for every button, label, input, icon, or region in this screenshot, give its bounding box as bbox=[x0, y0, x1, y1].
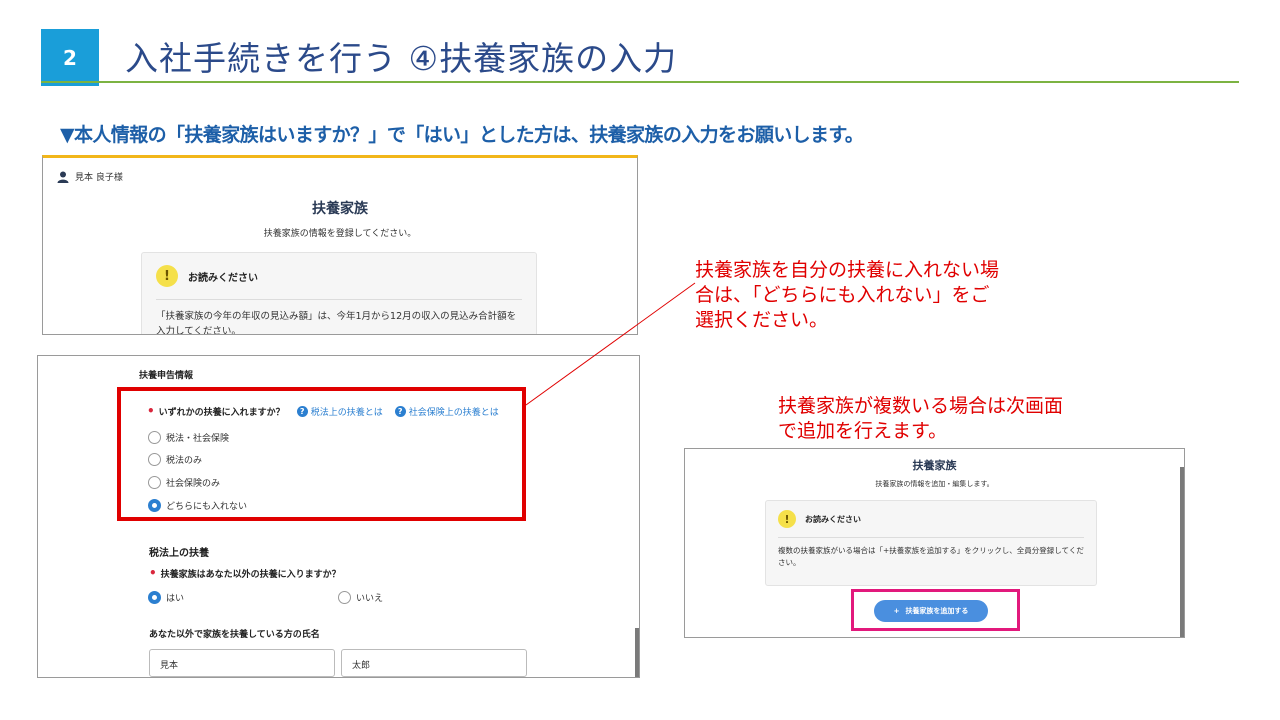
notice-box: ! お読みください 「扶養家族の今年の年収の見込み額」は、今年1月から12月の収… bbox=[141, 252, 537, 335]
dependents-description: 扶養家族の情報を登録してください。 bbox=[263, 229, 417, 239]
notice-divider bbox=[156, 299, 522, 300]
notice-body: 複数の扶養家族がいる場合は「+扶養家族を追加する」をクリックし、全員分登録してく… bbox=[778, 546, 1084, 567]
dependents-list-description: 扶養家族の情報を追加・編集します。 bbox=[875, 480, 994, 488]
scrollbar[interactable] bbox=[635, 628, 639, 677]
notice-header: ! お読みください bbox=[778, 510, 861, 528]
dependents-intro-screenshot: 見本 良子様 扶養家族 扶養家族の情報を登録してください。 ! お読みください … bbox=[42, 155, 638, 335]
tax-section-title: 税法上の扶養 bbox=[149, 548, 209, 559]
add-button-highlight-box bbox=[851, 589, 1020, 631]
notice-box: ! お読みください 複数の扶養家族がいる場合は「+扶養家族を追加する」をクリック… bbox=[765, 500, 1097, 586]
required-mark: • bbox=[149, 566, 157, 580]
radio-button-selected[interactable] bbox=[148, 591, 161, 604]
other-support-question-label: 扶養家族はあなた以外の扶養に入りますか？ bbox=[160, 569, 341, 580]
callout-neither-note: 扶養家族を自分の扶養に入れない場合は、「どちらにも入れない」をご選択ください。 bbox=[695, 259, 1000, 331]
declaration-section-title: 扶養申告情報 bbox=[139, 371, 194, 381]
title-divider bbox=[41, 81, 1239, 83]
user-line: 見本 良子様 bbox=[57, 170, 123, 183]
notice-title: お読みください bbox=[188, 272, 258, 284]
other-support-question: • 扶養家族はあなた以外の扶養に入りますか？ bbox=[149, 566, 341, 580]
user-name: 見本 良子様 bbox=[75, 173, 123, 183]
user-icon bbox=[57, 171, 69, 183]
scrollbar[interactable] bbox=[1180, 467, 1184, 637]
warning-icon: ! bbox=[778, 510, 796, 528]
notice-header: ! お読みください bbox=[156, 265, 258, 287]
step-badge: 2 bbox=[41, 29, 99, 86]
dependents-list-heading: 扶養家族 bbox=[912, 459, 957, 472]
supporter-name-label: あなた以外で家族を扶養している方の氏名 bbox=[149, 630, 320, 640]
option-no[interactable]: いいえ bbox=[338, 591, 383, 604]
notice-divider bbox=[778, 537, 1084, 538]
no-label: いいえ bbox=[356, 594, 384, 604]
radio-button[interactable] bbox=[338, 591, 351, 604]
warning-icon: ! bbox=[156, 265, 178, 287]
yes-label: はい bbox=[166, 594, 185, 604]
slide-title: 入社手続きを行う ④扶養家族の入力 bbox=[125, 39, 678, 78]
callout-multiple-note: 扶養家族が複数いる場合は次画面で追加を行えます。 bbox=[778, 395, 1064, 442]
supporter-last-name-input[interactable]: 見本 bbox=[149, 649, 335, 677]
notice-body: 「扶養家族の今年の年収の見込み額」は、今年1月から12月の収入の見込み合計額を入… bbox=[156, 311, 517, 335]
option-yes[interactable]: はい bbox=[148, 591, 184, 604]
slide-subtitle: ▼本人情報の「扶養家族はいますか？」で「はい」とした方は、扶養家族の入力をお願い… bbox=[60, 124, 864, 146]
dependents-heading: 扶養家族 bbox=[312, 201, 368, 217]
supporter-first-name-input[interactable]: 太郎 bbox=[341, 649, 527, 677]
notice-title: お読みください bbox=[805, 514, 861, 524]
option-highlight-box bbox=[117, 387, 526, 521]
